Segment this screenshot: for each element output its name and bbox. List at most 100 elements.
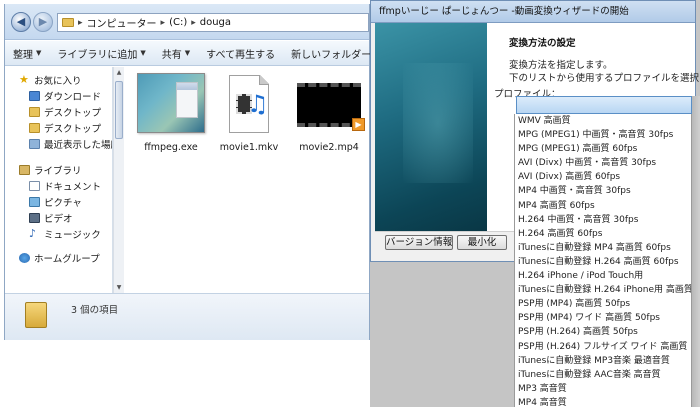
version-info-button[interactable]: バージョン情報 — [385, 235, 453, 250]
star-icon: ★ — [19, 73, 29, 86]
window-edge — [692, 96, 700, 407]
profile-option[interactable]: iTunesに自動登録 H.264 iPhone用 高画質 — [515, 283, 691, 297]
add-to-library-label: ライブラリに追加 — [57, 49, 138, 61]
play-all-label: すべて再生する — [206, 49, 276, 61]
profile-option[interactable]: PSP用 (MP4) ワイド 高画質 50fps — [515, 311, 691, 325]
nav-scrollbar[interactable]: ▲ ▼ — [113, 67, 124, 293]
section-heading: 変換方法の設定 — [509, 38, 576, 49]
profile-option[interactable]: iTunesに自動登録 MP3音楽 最適音質 — [515, 354, 691, 368]
chevron-right-icon: ▸ — [78, 17, 83, 28]
profile-option[interactable]: MP4 中画質・高音質 30fps — [515, 184, 691, 198]
file-item-movie2[interactable]: ▶ movie2.mp4 — [289, 73, 369, 153]
forward-button[interactable]: ▶ — [33, 12, 53, 32]
profile-option[interactable]: iTunesに自動登録 AAC音楽 高音質 — [515, 368, 691, 382]
profile-option[interactable]: MP3 高音質 — [515, 382, 691, 396]
nav-homegroup[interactable]: ホームグループ — [19, 251, 100, 265]
nav-label: デスクトップ — [44, 108, 102, 119]
minimize-button[interactable]: 最小化 — [457, 235, 507, 250]
new-folder-button[interactable]: 新しいフォルダー — [283, 46, 379, 61]
nav-label: お気に入り — [34, 76, 82, 87]
scroll-up-icon[interactable]: ▲ — [114, 67, 124, 78]
profile-option[interactable]: iTunesに自動登録 MP4 高画質 60fps — [515, 241, 691, 255]
library-icon — [19, 165, 30, 175]
nav-label: ミュージック — [44, 230, 101, 241]
nav-desktop-2[interactable]: デスクトップ — [29, 121, 101, 135]
nav-label: ビデオ — [44, 214, 73, 225]
desktop-background — [0, 340, 370, 407]
profile-option[interactable]: H.264 中画質・高音質 30fps — [515, 213, 691, 227]
nav-label: ドキュメント — [44, 182, 102, 193]
video-thumbnail-icon: ▶ — [297, 83, 365, 131]
command-bar: 整理 ▼ ライブラリに追加 ▼ 共有 ▼ すべて再生する 新しいフォルダー — [5, 41, 371, 66]
nav-label: ダウンロード — [44, 92, 102, 103]
add-to-library-button[interactable]: ライブラリに追加 ▼ — [49, 46, 153, 61]
back-button[interactable]: ◀ — [11, 12, 31, 32]
nav-pictures[interactable]: ピクチャ — [29, 195, 82, 209]
scroll-thumb[interactable] — [115, 81, 123, 139]
nav-label: ライブラリ — [34, 166, 82, 177]
profile-option[interactable]: MPG (MPEG1) 高画質 60fps — [515, 142, 691, 156]
pictures-icon — [29, 197, 40, 207]
play-badge-icon: ▶ — [352, 118, 365, 131]
file-item-movie1[interactable]: ♫ movie1.mkv — [209, 73, 289, 153]
organize-button[interactable]: 整理 ▼ — [5, 46, 49, 61]
nav-desktop[interactable]: デスクトップ — [29, 105, 101, 119]
desktop-folder-icon — [29, 107, 40, 117]
profile-option[interactable]: MP4 高画質 60fps — [515, 199, 691, 213]
explorer-window: ◀ ▶ ▸ コンピューター ▸ (C:) ▸ douga 整理 ▼ ライブラリに追… — [4, 4, 371, 340]
nav-label: ホームグループ — [34, 254, 100, 265]
homegroup-icon — [19, 253, 30, 263]
chevron-right-icon: ▸ — [191, 17, 196, 28]
folder-icon — [25, 302, 47, 328]
profile-dropdown-list[interactable]: WMV 高画質 MPG (MPEG1) 中画質・高音質 30fps MPG (MPE… — [514, 114, 692, 407]
recent-places-icon — [29, 139, 40, 149]
profile-option[interactable]: H.264 高画質 60fps — [515, 227, 691, 241]
nav-favorites[interactable]: ★ お気に入り — [19, 73, 82, 88]
nav-label: ピクチャ — [44, 198, 82, 209]
profile-option[interactable]: PSP用 (MP4) 高画質 50fps — [515, 297, 691, 311]
file-item-ffmpeg[interactable]: ffmpeg.exe — [131, 73, 211, 153]
chevron-right-icon: ▸ — [160, 17, 166, 28]
exe-thumbnail-icon — [137, 73, 205, 133]
dropdown-arrow-icon: ▼ — [36, 49, 42, 57]
share-label: 共有 — [161, 49, 182, 61]
organize-label: 整理 — [13, 49, 33, 61]
nav-label: 最近表示した場所 — [44, 140, 113, 151]
desktop-folder-icon — [29, 123, 40, 133]
wizard-title: ffmpいーじー ぱーじょんつー -動画変換ウィザードの開始 — [371, 1, 695, 23]
nav-recent-places[interactable]: 最近表示した場所 — [29, 137, 113, 151]
nav-music[interactable]: ♪ ミュージック — [29, 227, 101, 242]
dropdown-arrow-icon: ▼ — [184, 49, 191, 57]
breadcrumb-computer[interactable]: コンピューター — [87, 15, 157, 30]
profile-option[interactable]: MPG (MPEG1) 中画質・高音質 30fps — [515, 128, 691, 142]
profile-option[interactable]: PSP用 (H.264) 高画質 50fps — [515, 325, 691, 339]
file-list: ffmpeg.exe ♫ movie1.mkv ▶ movie2.mp4 — [125, 67, 369, 293]
profile-option[interactable]: iTunesに自動登録 H.264 高画質 60fps — [515, 255, 691, 269]
video-file-icon: ♫ — [229, 75, 269, 133]
nav-downloads[interactable]: ダウンロード — [29, 89, 101, 103]
profile-option[interactable]: PSP用 (H.264) フルサイズ ワイド 高画質 — [515, 340, 691, 354]
instruction-line-1: 変換方法を指定します。 — [509, 60, 613, 71]
nav-label: デスクトップ — [44, 124, 102, 135]
scroll-down-icon[interactable]: ▼ — [114, 282, 124, 293]
nav-documents[interactable]: ドキュメント — [29, 179, 101, 193]
file-name: movie1.mkv — [219, 142, 279, 153]
share-button[interactable]: 共有 ▼ — [154, 46, 198, 61]
file-name: ffmpeg.exe — [144, 142, 198, 153]
breadcrumb-folder[interactable]: douga — [200, 17, 231, 28]
play-all-button[interactable]: すべて再生する — [198, 46, 283, 61]
nav-libraries[interactable]: ライブラリ — [19, 163, 82, 177]
nav-videos[interactable]: ビデオ — [29, 211, 73, 225]
file-name: movie2.mp4 — [299, 142, 359, 153]
profile-select[interactable] — [516, 96, 692, 114]
breadcrumb-drive[interactable]: (C:) — [169, 17, 187, 28]
address-bar: ◀ ▶ ▸ コンピューター ▸ (C:) ▸ douga — [5, 4, 369, 40]
downloads-folder-icon — [29, 91, 40, 101]
profile-option[interactable]: AVI (Divx) 中画質・高音質 30fps — [515, 156, 691, 170]
profile-option[interactable]: MP4 高音質 — [515, 396, 691, 407]
profile-option[interactable]: AVI (Divx) 高画質 60fps — [515, 170, 691, 184]
profile-option[interactable]: H.264 iPhone / iPod Touch用 — [515, 269, 691, 283]
documents-icon — [29, 181, 40, 191]
profile-option[interactable]: WMV 高画質 — [515, 114, 691, 128]
address-field[interactable]: ▸ コンピューター ▸ (C:) ▸ douga — [57, 13, 369, 32]
